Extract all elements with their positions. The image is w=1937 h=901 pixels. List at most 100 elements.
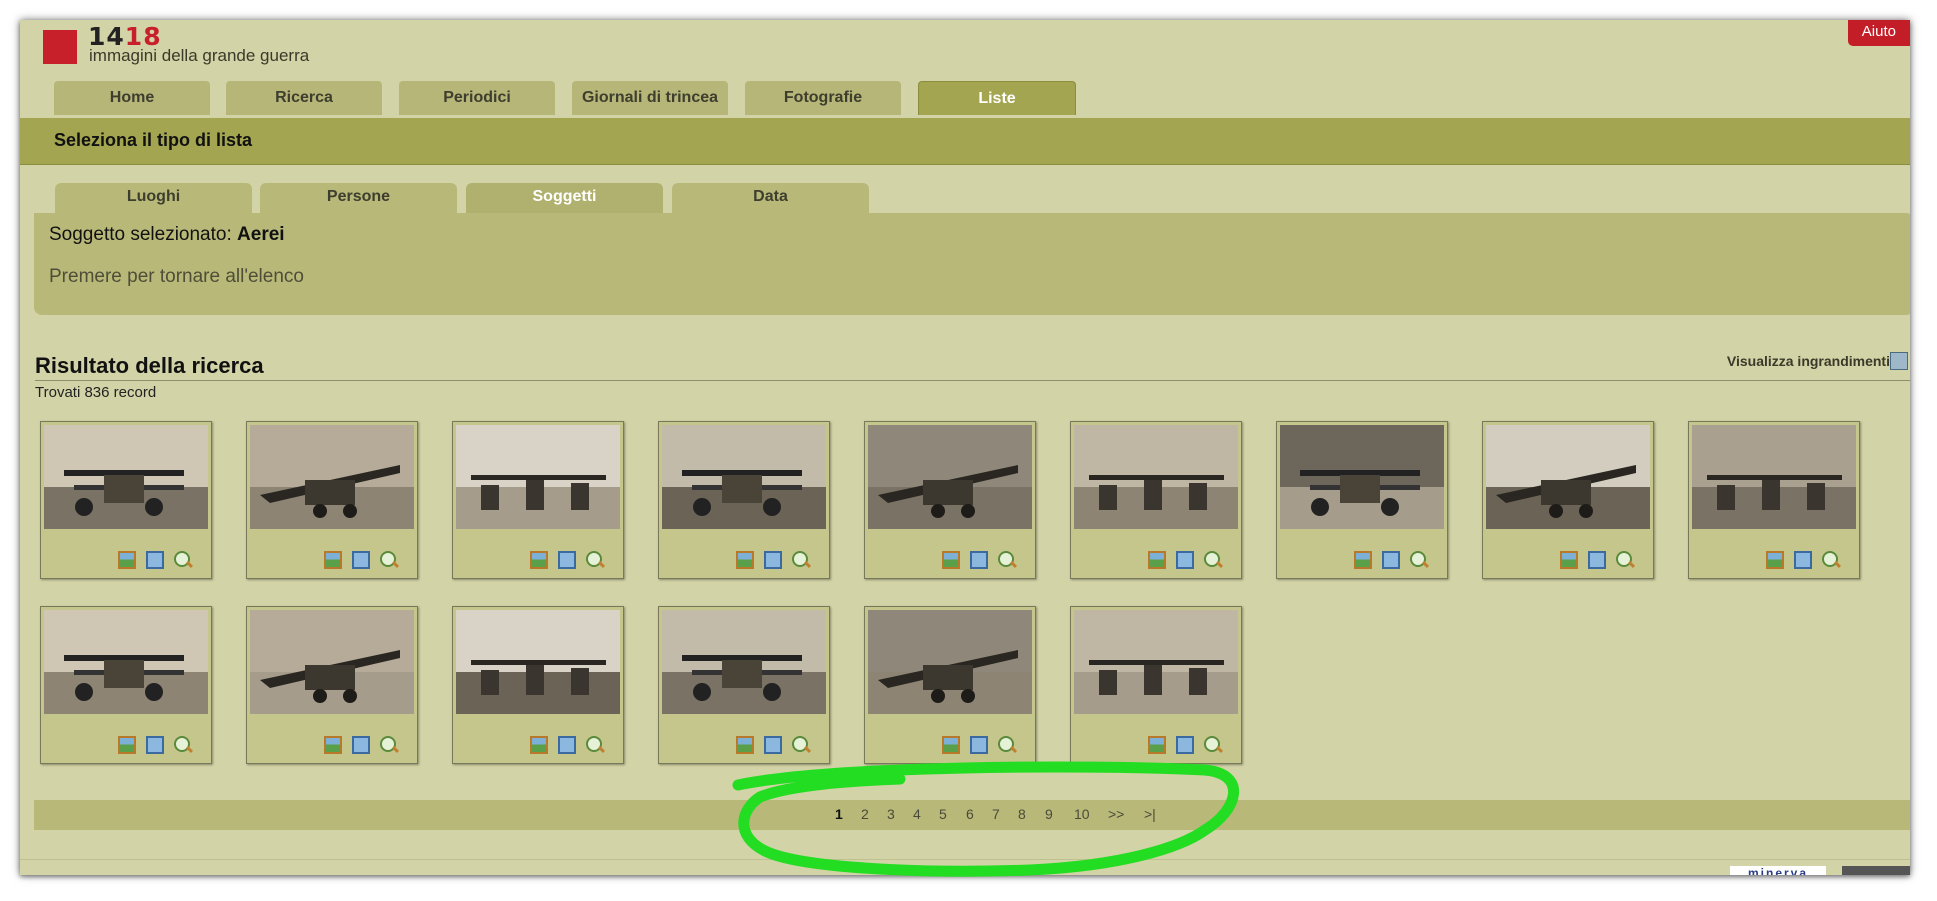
photo-thumbnail[interactable] — [1276, 421, 1448, 579]
photo-thumbnail[interactable] — [658, 421, 830, 579]
image-icon[interactable] — [1354, 551, 1372, 569]
photo-thumbnail[interactable] — [452, 421, 624, 579]
image-icon[interactable] — [118, 736, 136, 754]
photo-thumbnail[interactable] — [864, 421, 1036, 579]
photo-thumbnail[interactable] — [1070, 606, 1242, 764]
page-link-9[interactable]: 9 — [1045, 806, 1053, 822]
photo-thumbnail[interactable] — [658, 606, 830, 764]
image-icon[interactable] — [324, 736, 342, 754]
image-icon[interactable] — [1560, 551, 1578, 569]
thumbnail-photo[interactable] — [662, 610, 826, 714]
thumbnail-photo[interactable] — [868, 425, 1032, 529]
view-enlargements-link[interactable]: Visualizza ingrandimenti — [1727, 353, 1890, 369]
window-icon[interactable] — [1382, 551, 1400, 569]
tab-luoghi[interactable]: Luoghi — [55, 183, 252, 213]
page-link-5[interactable]: 5 — [939, 806, 947, 822]
window-icon[interactable] — [970, 551, 988, 569]
zoom-icon[interactable] — [586, 551, 606, 569]
window-icon[interactable] — [764, 736, 782, 754]
nav-tab-ricerca[interactable]: Ricerca — [226, 81, 382, 115]
window-icon[interactable] — [558, 551, 576, 569]
nav-tab-periodici[interactable]: Periodici — [399, 81, 555, 115]
nav-tab-giornali-di-trincea[interactable]: Giornali di trincea — [572, 81, 728, 115]
zoom-icon[interactable] — [380, 551, 400, 569]
image-icon[interactable] — [118, 551, 136, 569]
thumbnail-photo[interactable] — [250, 425, 414, 529]
tab-data[interactable]: Data — [672, 183, 869, 213]
nav-tab-home[interactable]: Home — [54, 81, 210, 115]
page-link-6[interactable]: 6 — [966, 806, 974, 822]
zoom-icon[interactable] — [174, 736, 194, 754]
thumbnail-photo[interactable] — [44, 610, 208, 714]
photo-thumbnail[interactable] — [1482, 421, 1654, 579]
page-link-next[interactable]: >> — [1108, 806, 1124, 822]
zoom-icon[interactable] — [1204, 736, 1224, 754]
image-icon[interactable] — [1148, 736, 1166, 754]
window-icon[interactable] — [558, 736, 576, 754]
window-icon[interactable] — [1794, 551, 1812, 569]
image-icon[interactable] — [736, 551, 754, 569]
page-link-7[interactable]: 7 — [992, 806, 1000, 822]
window-icon[interactable] — [970, 736, 988, 754]
window-icon[interactable] — [764, 551, 782, 569]
image-icon[interactable] — [324, 551, 342, 569]
zoom-icon[interactable] — [1410, 551, 1430, 569]
thumbnail-photo[interactable] — [1280, 425, 1444, 529]
zoom-icon[interactable] — [792, 736, 812, 754]
zoom-icon[interactable] — [1822, 551, 1842, 569]
window-icon[interactable] — [1176, 736, 1194, 754]
page-link-4[interactable]: 4 — [913, 806, 921, 822]
thumbnail-photo[interactable] — [1692, 425, 1856, 529]
thumbnail-photo[interactable] — [250, 610, 414, 714]
thumbnail-photo[interactable] — [868, 610, 1032, 714]
zoom-icon[interactable] — [586, 736, 606, 754]
photo-thumbnail[interactable] — [246, 606, 418, 764]
photo-thumbnail[interactable] — [1070, 421, 1242, 579]
page-link-last[interactable]: >| — [1144, 806, 1156, 822]
photo-thumbnail[interactable] — [452, 606, 624, 764]
thumbnail-photo[interactable] — [44, 425, 208, 529]
tab-soggetti[interactable]: Soggetti — [466, 183, 663, 213]
zoom-icon[interactable] — [792, 551, 812, 569]
page-link-3[interactable]: 3 — [887, 806, 895, 822]
zoom-icon[interactable] — [1204, 551, 1224, 569]
page-link-10[interactable]: 10 — [1074, 806, 1090, 822]
window-icon[interactable] — [146, 736, 164, 754]
window-icon[interactable] — [352, 736, 370, 754]
window-icon[interactable] — [1176, 551, 1194, 569]
window-icon[interactable] — [146, 551, 164, 569]
enlargements-icon[interactable] — [1890, 352, 1908, 370]
zoom-icon[interactable] — [174, 551, 194, 569]
thumbnail-photo[interactable] — [1074, 425, 1238, 529]
photo-thumbnail[interactable] — [40, 606, 212, 764]
nav-tab-fotografie[interactable]: Fotografie — [745, 81, 901, 115]
zoom-icon[interactable] — [1616, 551, 1636, 569]
photo-thumbnail[interactable] — [246, 421, 418, 579]
tab-persone[interactable]: Persone — [260, 183, 457, 213]
photo-thumbnail[interactable] — [864, 606, 1036, 764]
page-link-2[interactable]: 2 — [861, 806, 869, 822]
image-icon[interactable] — [942, 551, 960, 569]
image-icon[interactable] — [736, 736, 754, 754]
thumbnail-photo[interactable] — [1486, 425, 1650, 529]
zoom-icon[interactable] — [998, 736, 1018, 754]
window-icon[interactable] — [1588, 551, 1606, 569]
logo-mark[interactable] — [43, 30, 77, 64]
zoom-icon[interactable] — [998, 551, 1018, 569]
image-icon[interactable] — [530, 551, 548, 569]
nav-tab-liste[interactable]: Liste — [918, 81, 1076, 115]
minerva-logo[interactable]: minerva — [1730, 866, 1826, 875]
window-icon[interactable] — [352, 551, 370, 569]
page-link-8[interactable]: 8 — [1018, 806, 1026, 822]
photo-thumbnail[interactable] — [40, 421, 212, 579]
zoom-icon[interactable] — [380, 736, 400, 754]
back-to-list-link[interactable]: Premere per tornare all'elenco — [49, 266, 304, 288]
thumbnail-photo[interactable] — [1074, 610, 1238, 714]
photo-thumbnail[interactable] — [1688, 421, 1860, 579]
image-icon[interactable] — [942, 736, 960, 754]
image-icon[interactable] — [1766, 551, 1784, 569]
image-icon[interactable] — [1148, 551, 1166, 569]
thumbnail-photo[interactable] — [456, 425, 620, 529]
image-icon[interactable] — [530, 736, 548, 754]
page-link-1[interactable]: 1 — [835, 806, 843, 822]
